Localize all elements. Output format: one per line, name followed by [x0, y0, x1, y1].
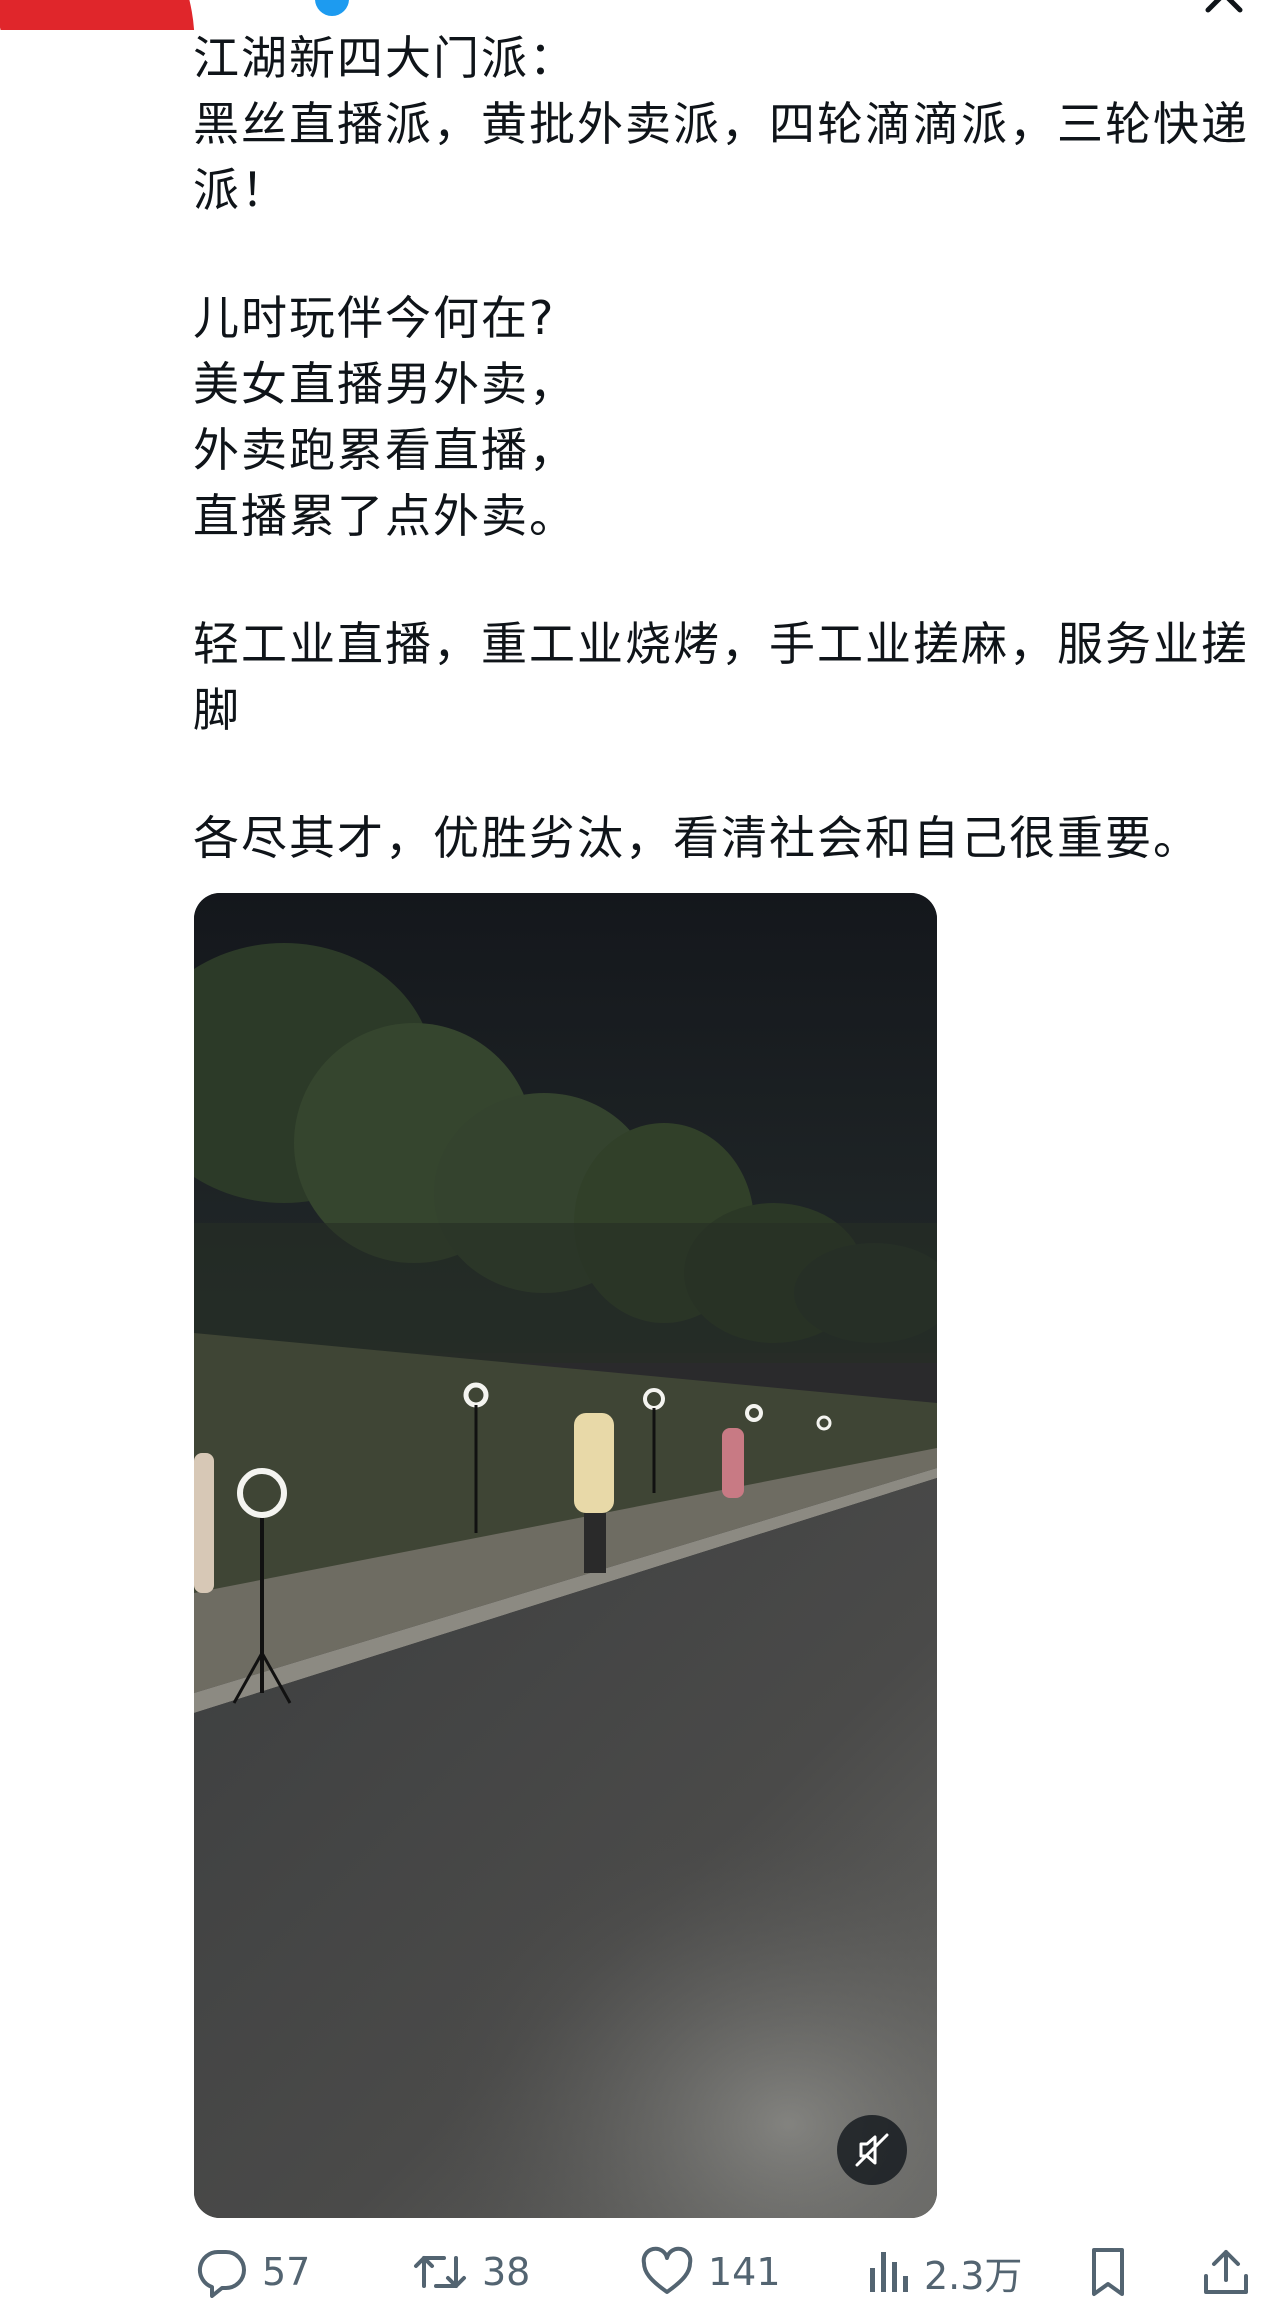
reply-button[interactable]: 57: [196, 2244, 310, 2300]
bookmark-icon: [1092, 2248, 1124, 2296]
verified-badge-icon: [315, 0, 349, 16]
tweet-line: 江湖新四大门派：: [193, 31, 577, 85]
like-count: 141: [708, 2250, 781, 2294]
mute-button[interactable]: [837, 2115, 907, 2185]
tweet-line: 直播累了点外卖。: [193, 489, 577, 543]
tweet-line: 脚: [193, 683, 241, 737]
view-count: 2.3万: [924, 2253, 1023, 2298]
tweet-line: 轻工业直播，重工业烧烤，手工业搓麻，服务业搓: [193, 617, 1249, 671]
tweet-line: 派！: [193, 163, 289, 217]
video-frame: [194, 893, 937, 2218]
tweet-text: 江湖新四大门派： 黑丝直播派，黄批外卖派，四轮滴滴派，三轮快递 派！ 儿时玩伴今…: [193, 25, 1253, 871]
tweet-actions: 57 38 141 2.3万: [0, 2232, 1284, 2312]
close-icon[interactable]: [1200, 0, 1248, 18]
tweet-line: 美女直播男外卖，: [193, 357, 577, 411]
tweet-line: 儿时玩伴今何在?: [193, 291, 556, 345]
repost-icon: [414, 2256, 466, 2288]
like-button[interactable]: 141: [640, 2244, 781, 2300]
reply-count: 57: [262, 2250, 311, 2294]
views-button[interactable]: 2.3万: [866, 2244, 1022, 2300]
tweet-line: 各尽其才，优胜劣汰，看清社会和自己很重要。: [193, 811, 1201, 865]
muted-speaker-icon: [855, 2133, 889, 2167]
bookmark-button[interactable]: [1084, 2244, 1132, 2300]
repost-button[interactable]: 38: [412, 2244, 530, 2300]
reply-icon: [197, 2249, 246, 2298]
heart-icon: [641, 2246, 693, 2294]
share-icon: [1204, 2250, 1248, 2294]
views-bar-chart-icon: [870, 2252, 908, 2292]
tweet-line: 外卖跑累看直播，: [193, 423, 577, 477]
share-button[interactable]: [1200, 2244, 1252, 2300]
repost-count: 38: [482, 2250, 531, 2294]
tweet-line: 黑丝直播派，黄批外卖派，四轮滴滴派，三轮快递: [193, 97, 1249, 151]
video-player[interactable]: [194, 893, 937, 2218]
